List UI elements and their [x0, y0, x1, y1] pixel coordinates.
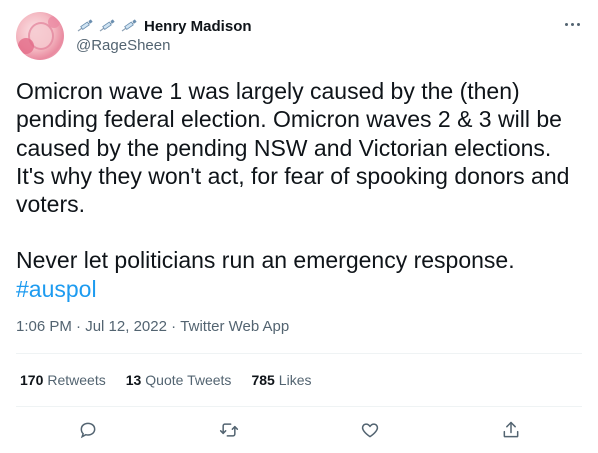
- likes-label: Likes: [278, 372, 312, 388]
- like-button[interactable]: [352, 412, 388, 448]
- tweet-source[interactable]: Twitter Web App: [180, 318, 289, 335]
- avatar-decoration: [48, 16, 60, 28]
- divider: [16, 406, 582, 407]
- author-display-name[interactable]: Henry Madison: [144, 18, 252, 35]
- syringe-icon: [121, 19, 137, 32]
- retweet-icon: [219, 423, 239, 437]
- quote-tweets-stat[interactable]: 13 Quote Tweets: [126, 372, 232, 388]
- meta-separator: ·: [166, 318, 181, 335]
- tweet-meta: 1:06 PM · Jul 12, 2022 · Twitter Web App: [16, 318, 289, 335]
- hashtag-link[interactable]: #auspol: [16, 276, 97, 302]
- author-handle[interactable]: @RageSheen: [76, 37, 170, 54]
- tweet-paragraph: Omicron wave 1 was largely caused by the…: [16, 78, 570, 218]
- tweet-paragraph: Never let politicians run an emergency r…: [16, 247, 515, 274]
- retweets-count: 170: [20, 372, 44, 388]
- syringe-icon: [99, 19, 115, 32]
- syringe-icon: [77, 19, 93, 32]
- tweet-text: Omicron wave 1 was largely caused by the…: [16, 77, 586, 303]
- tweet-date[interactable]: Jul 12, 2022: [85, 318, 167, 335]
- quotes-label: Quote Tweets: [145, 372, 232, 388]
- share-icon: [503, 421, 519, 438]
- author-name-row[interactable]: Henry Madison: [76, 16, 252, 36]
- tweet-time[interactable]: 1:06 PM: [16, 318, 72, 335]
- avatar[interactable]: [16, 12, 64, 60]
- divider: [16, 353, 582, 354]
- retweets-label: Retweets: [47, 372, 106, 388]
- tweet-stats: 170 Retweets 13 Quote Tweets 785 Likes: [20, 372, 331, 388]
- reply-button[interactable]: [70, 412, 106, 448]
- retweets-stat[interactable]: 170 Retweets: [20, 372, 106, 388]
- share-button[interactable]: [493, 412, 529, 448]
- likes-count: 785: [251, 372, 275, 388]
- tweet-header: Henry Madison @RageSheen: [16, 12, 582, 60]
- likes-stat[interactable]: 785 Likes: [251, 372, 311, 388]
- heart-icon: [361, 423, 379, 438]
- more-options-icon[interactable]: [562, 14, 582, 34]
- reply-icon: [80, 422, 96, 439]
- retweet-button[interactable]: [211, 412, 247, 448]
- meta-separator: ·: [71, 318, 86, 335]
- quotes-count: 13: [125, 372, 142, 388]
- avatar-decoration: [18, 38, 34, 54]
- tweet-actions: [16, 412, 582, 448]
